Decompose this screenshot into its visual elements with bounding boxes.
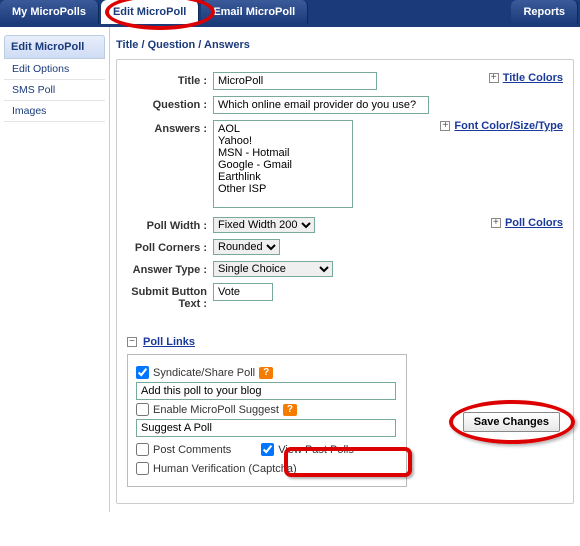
- tab-reports[interactable]: Reports: [511, 0, 578, 24]
- label-syndicate: Syndicate/Share Poll: [153, 367, 255, 379]
- link-poll-colors[interactable]: Poll Colors: [505, 217, 563, 229]
- select-poll-corners[interactable]: Rounded: [213, 239, 280, 255]
- textarea-answers[interactable]: [213, 120, 353, 208]
- form-panel: Title : + Title Colors Question : Answer…: [116, 59, 574, 504]
- label-submit-text: Submit Button Text :: [127, 283, 213, 310]
- sidebar-item-sms-poll[interactable]: SMS Poll: [4, 80, 105, 101]
- help-icon[interactable]: ?: [283, 404, 297, 416]
- checkbox-enable-suggest[interactable]: [136, 403, 149, 416]
- input-title[interactable]: [213, 72, 377, 90]
- collapse-icon[interactable]: −: [127, 337, 137, 347]
- label-post-comments: Post Comments: [153, 444, 231, 456]
- tab-email-micropoll[interactable]: Email MicroPoll: [201, 0, 308, 24]
- label-answer-type: Answer Type :: [127, 261, 213, 276]
- checkbox-captcha[interactable]: [136, 462, 149, 475]
- label-poll-corners: Poll Corners :: [127, 239, 213, 254]
- link-poll-links[interactable]: Poll Links: [143, 336, 195, 348]
- save-changes-button[interactable]: Save Changes: [463, 412, 560, 432]
- label-view-past-polls: View Past Polls: [278, 444, 354, 456]
- section-title: Title / Question / Answers: [116, 35, 574, 59]
- link-font-options[interactable]: Font Color/Size/Type: [454, 120, 563, 132]
- checkbox-post-comments[interactable]: [136, 443, 149, 456]
- select-poll-width[interactable]: Fixed Width 200: [213, 217, 315, 233]
- label-enable-suggest: Enable MicroPoll Suggest: [153, 404, 279, 416]
- sidebar-heading: Edit MicroPoll: [4, 35, 105, 59]
- top-tabs: My MicroPolls Edit MicroPoll Email Micro…: [0, 0, 580, 24]
- select-answer-type[interactable]: Single Choice: [213, 261, 333, 277]
- label-title: Title :: [127, 72, 213, 87]
- checkbox-syndicate[interactable]: [136, 366, 149, 379]
- expand-icon[interactable]: +: [489, 73, 499, 83]
- sidebar-item-images[interactable]: Images: [4, 101, 105, 122]
- input-addblog[interactable]: [136, 382, 396, 400]
- label-captcha: Human Verification (Captcha): [153, 463, 297, 475]
- expand-icon[interactable]: +: [440, 121, 450, 131]
- tab-my-micropolls[interactable]: My MicroPolls: [0, 0, 99, 24]
- help-icon[interactable]: ?: [259, 367, 273, 379]
- label-question: Question :: [127, 96, 213, 111]
- sidebar-item-edit-options[interactable]: Edit Options: [4, 59, 105, 80]
- label-answers: Answers :: [127, 120, 213, 135]
- input-submit-text[interactable]: [213, 283, 273, 301]
- checkbox-view-past-polls[interactable]: [261, 443, 274, 456]
- poll-links-box: Syndicate/Share Poll ? Enable MicroPoll …: [127, 354, 407, 487]
- sidebar: Edit MicroPoll Edit Options SMS Poll Ima…: [0, 27, 110, 512]
- tab-edit-micropoll[interactable]: Edit MicroPoll: [101, 0, 199, 24]
- link-title-colors[interactable]: Title Colors: [503, 72, 563, 84]
- input-suggest[interactable]: [136, 419, 396, 437]
- expand-icon[interactable]: +: [491, 218, 501, 228]
- input-question[interactable]: [213, 96, 429, 114]
- label-poll-width: Poll Width :: [127, 217, 213, 232]
